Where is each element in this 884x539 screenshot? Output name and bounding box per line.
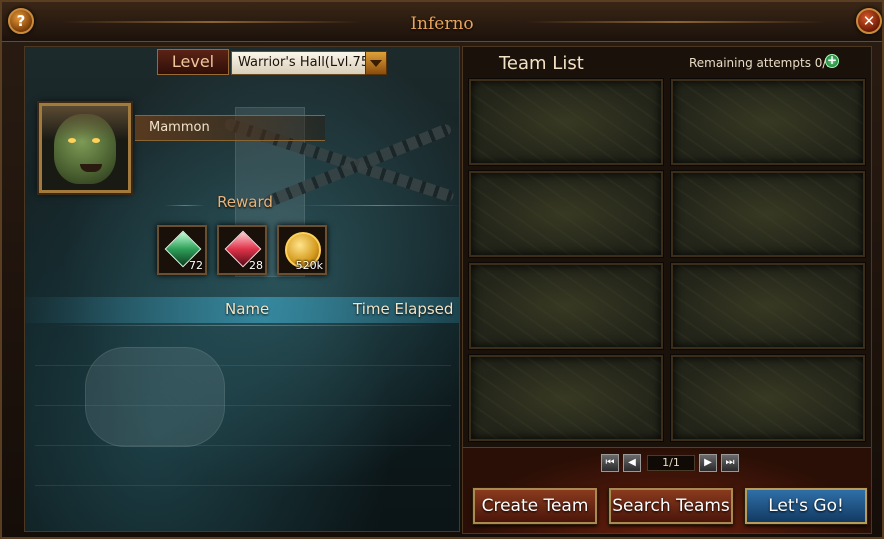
boss-info-panel: Level Warrior's Hall(Lvl.75 Mammon Rewar…	[24, 46, 460, 532]
next-page-button[interactable]: ▶	[699, 454, 717, 472]
team-slot[interactable]	[671, 355, 865, 441]
help-button[interactable]: ?	[8, 8, 34, 34]
team-slot-grid	[469, 79, 867, 445]
team-list-title: Team List	[499, 53, 584, 74]
search-teams-button[interactable]: Search Teams	[609, 488, 733, 524]
chevron-down-icon	[370, 59, 382, 67]
close-icon: ✕	[862, 12, 876, 30]
column-time-elapsed: Time Elapsed	[353, 300, 454, 318]
title-bar: Inferno ? ✕	[2, 2, 882, 42]
boss-portrait	[39, 103, 131, 193]
prev-page-button[interactable]: ◀	[623, 454, 641, 472]
team-list-panel: Team List Remaining attempts 0/2 + ⏮ ◀ 1…	[462, 46, 872, 534]
record-row-divider	[35, 405, 451, 406]
first-page-button[interactable]: ⏮	[601, 454, 619, 472]
background-statue	[85, 347, 225, 447]
page-indicator: 1/1	[647, 455, 695, 471]
reward-item-green-gem[interactable]: 72	[157, 225, 207, 275]
header-underline	[55, 325, 435, 326]
help-icon: ?	[16, 12, 26, 30]
inferno-window: Inferno ? ✕ Level Warrior's Hall(Lvl.75 …	[0, 0, 884, 539]
close-button[interactable]: ✕	[856, 8, 882, 34]
reward-count: 72	[189, 259, 203, 272]
team-slot[interactable]	[469, 171, 663, 257]
last-page-button[interactable]: ⏭	[721, 454, 739, 472]
level-select[interactable]: Warrior's Hall(Lvl.75	[231, 51, 387, 75]
reward-item-gold[interactable]: 520k	[277, 225, 327, 275]
window-title: Inferno	[410, 14, 474, 34]
team-slot[interactable]	[469, 79, 663, 165]
team-slot[interactable]	[671, 263, 865, 349]
column-name: Name	[225, 300, 270, 318]
lets-go-button[interactable]: Let's Go!	[745, 488, 867, 524]
team-slot[interactable]	[469, 263, 663, 349]
team-slot[interactable]	[671, 79, 865, 165]
boss-hood	[42, 106, 128, 140]
boss-name: Mammon	[135, 115, 325, 141]
team-slot[interactable]	[671, 171, 865, 257]
reward-item-red-gem[interactable]: 28	[217, 225, 267, 275]
reward-count: 520k	[295, 259, 323, 272]
reward-count: 28	[249, 259, 263, 272]
reward-divider-right	[295, 205, 459, 206]
team-actions-area: ⏮ ◀ 1/1 ▶ ⏭ Create Team Search Teams Let…	[463, 447, 871, 533]
create-team-button[interactable]: Create Team	[473, 488, 597, 524]
record-row-divider	[35, 445, 451, 446]
team-slot[interactable]	[469, 355, 663, 441]
record-row-divider	[35, 365, 451, 366]
remaining-attempts: Remaining attempts 0/2	[689, 56, 835, 70]
record-row-divider	[35, 485, 451, 486]
boss-mouth	[80, 164, 102, 172]
add-attempts-icon[interactable]: +	[825, 54, 839, 68]
level-label: Level	[157, 49, 229, 75]
reward-title: Reward	[217, 193, 273, 211]
level-dropdown-button[interactable]	[365, 51, 387, 75]
